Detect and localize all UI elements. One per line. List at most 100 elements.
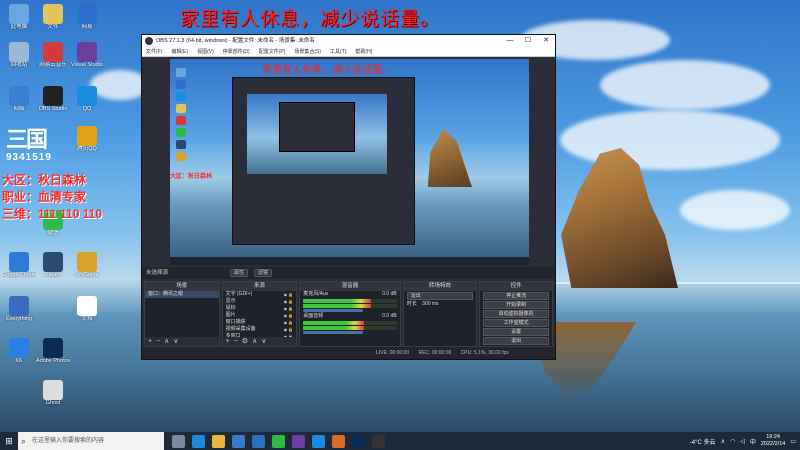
duration-value[interactable]: 300 ms (422, 301, 438, 307)
desktop-icon[interactable]: Ghost (36, 380, 70, 407)
taskbar-search-input[interactable]: 在这里输入你要搜索的内容 (18, 432, 164, 450)
visibility-lock-icon[interactable]: ◉ 🔒 (284, 312, 294, 319)
transition-type-select[interactable]: 淡出 (406, 292, 474, 300)
obs-window[interactable]: OBS 27.1.3 (64-bit, windows) - 配置文件: 未命名… (141, 34, 556, 360)
edge-icon[interactable] (192, 434, 205, 448)
desktop-icon[interactable]: 此电脑 (2, 4, 36, 31)
preview-side-info: 大区：秋日森林 (170, 174, 213, 180)
control-button[interactable]: 退出 (483, 337, 549, 345)
windows-start-icon[interactable]: ⊞ (0, 432, 18, 450)
volume-icon[interactable]: ◁ (740, 438, 745, 445)
menu-item[interactable]: 文件(F) (146, 47, 162, 56)
ime-indicator[interactable]: 中 (750, 437, 756, 446)
item-icon (43, 42, 63, 62)
source-item[interactable]: 图片 ◉ 🔒 (223, 312, 297, 319)
scene-item[interactable]: 窗口：腾讯之眼 (145, 291, 219, 298)
obs-icon[interactable] (372, 434, 385, 448)
tray-arrow-icon[interactable]: ∧ (721, 438, 725, 445)
volume-slider[interactable] (303, 309, 364, 312)
qq-icon (77, 86, 97, 106)
obs-menubar: 文件(F) 编辑(E) 视图(V) 停靠部件(D) 配置文件(P) 场景集合(S) 工具(T… (142, 47, 555, 57)
source-item[interactable]: 文字 (GDI+) ◉ 🔒 (223, 291, 297, 298)
network-icon[interactable]: ◠ (730, 438, 735, 445)
desktop-icon[interactable]: 回收站 (2, 42, 36, 69)
volume-meter-fill (303, 326, 364, 330)
properties-button[interactable]: 属性 (230, 269, 249, 277)
logo-text: 三国 (6, 127, 48, 153)
desktop-icon[interactable]: 文件 (36, 4, 70, 31)
desktop-icon[interactable]: WeGame (70, 252, 104, 279)
cpu-status: CPU: 5.1%, 30.00 fps (460, 350, 509, 356)
desktop-icon[interactable]: OBS Studio (36, 86, 70, 113)
desktop-icon[interactable]: Adobe Photoshop (36, 338, 70, 365)
desktop-icon[interactable]: 文档 (70, 296, 104, 323)
store-icon[interactable] (232, 434, 245, 448)
filters-button[interactable]: 滤镜 (254, 269, 273, 277)
source-item[interactable]: 窗口捕获 ◉ 🔒 (223, 319, 297, 326)
controls-dock: 控件 停止推流 开始录制 启动虚拟摄像机 工作室模式 设置 退出 (479, 281, 553, 347)
source-item[interactable]: 视频采集设备 ◉ 🔒 (223, 326, 297, 333)
photoshop-icon[interactable] (352, 434, 365, 448)
source-item[interactable]: 鼠标 ◉ 🔒 (223, 305, 297, 312)
minimize-icon[interactable]: — (501, 35, 519, 47)
control-button[interactable]: 开始录制 (483, 301, 549, 309)
desktop-icon[interactable]: GoogleChrome (2, 252, 36, 279)
desktop-icon[interactable]: 网易 (70, 4, 104, 31)
sources-dock-controls[interactable]: +−⚙∧∨ (222, 337, 297, 346)
notification-icon[interactable]: ▭ (790, 438, 796, 445)
desktop-icon[interactable]: 网络 (2, 86, 36, 113)
close-icon[interactable]: ✕ (537, 35, 555, 47)
desktop-icon[interactable]: 网易云音乐 (36, 42, 70, 69)
visibility-lock-icon[interactable]: ◉ 🔒 (284, 319, 294, 326)
desktop-icon[interactable]: Steam (36, 252, 70, 279)
desktop-icon-label: KK (15, 358, 23, 364)
taskbar-clock[interactable]: 19:24 2022/2/14 (761, 434, 785, 448)
menu-item[interactable]: 编辑(E) (171, 47, 188, 56)
source-label: 视频采集设备 (225, 326, 256, 332)
source-item[interactable]: 显示 ◉ 🔒 (223, 298, 297, 305)
mail-icon[interactable] (252, 434, 265, 448)
game-icon[interactable] (332, 434, 345, 448)
item-icon (9, 42, 29, 62)
cloud (600, 60, 770, 110)
menu-item[interactable]: 配置文件(P) (259, 47, 286, 56)
volume-slider[interactable] (303, 331, 364, 334)
volume-meter (303, 321, 397, 325)
visibility-lock-icon[interactable]: ◉ 🔒 (284, 326, 294, 333)
volume-meter-fill (303, 299, 371, 303)
mixer-title: 混音器 (300, 282, 400, 291)
controls-title: 控件 (480, 282, 552, 291)
visibility-lock-icon[interactable]: ◉ 🔒 (284, 291, 294, 298)
wechat-icon[interactable] (272, 434, 285, 448)
desktop-icon-label: 回收站 (10, 62, 28, 68)
visibility-lock-icon[interactable]: ◉ 🔒 (284, 305, 294, 312)
source-label: 文字 (GDI+) (225, 291, 253, 297)
menu-item[interactable]: 停靠部件(D) (223, 47, 250, 56)
control-button[interactable]: 停止推流 (483, 292, 549, 300)
menu-item[interactable]: 场景集合(S) (294, 47, 321, 56)
control-button[interactable]: 设置 (483, 328, 549, 336)
weather-status[interactable]: -4°C 多云 (690, 437, 716, 446)
menu-item[interactable]: 帮助(H) (355, 47, 372, 56)
obs-preview[interactable]: 家里有人休息，减少说话量。 大区：秋日森林 (170, 59, 529, 265)
explorer-icon[interactable] (212, 434, 225, 448)
visibility-lock-icon[interactable]: ◉ 🔒 (284, 298, 294, 305)
visual-studio-icon[interactable] (292, 434, 305, 448)
menu-item[interactable]: 工具(T) (330, 47, 346, 56)
task-view-icon[interactable] (172, 434, 185, 448)
scenes-dock-controls[interactable]: +−∧∨ (145, 337, 219, 346)
menu-item[interactable]: 视图(V) (197, 47, 214, 56)
control-button[interactable]: 启动虚拟摄像机 (483, 310, 549, 318)
desktop-icon[interactable]: KK (2, 338, 36, 365)
desktop-icon[interactable]: Everything (2, 296, 36, 323)
qq-icon[interactable] (312, 434, 325, 448)
channel-db: 0.0 dB (382, 313, 397, 319)
desktop-icon[interactable]: 腾讯QQ (70, 126, 104, 153)
desktop-icon-label: 网易云音乐 (39, 62, 67, 68)
desktop-icon[interactable]: Visual Studio (70, 42, 104, 69)
maximize-icon[interactable]: ☐ (519, 35, 537, 47)
desktop-icon-label: Adobe Photoshop (36, 358, 70, 364)
obs-titlebar[interactable]: OBS 27.1.3 (64-bit, windows) - 配置文件: 未命名… (142, 35, 555, 47)
desktop-icon[interactable]: QQ (70, 86, 104, 113)
control-button[interactable]: 工作室模式 (483, 319, 549, 327)
